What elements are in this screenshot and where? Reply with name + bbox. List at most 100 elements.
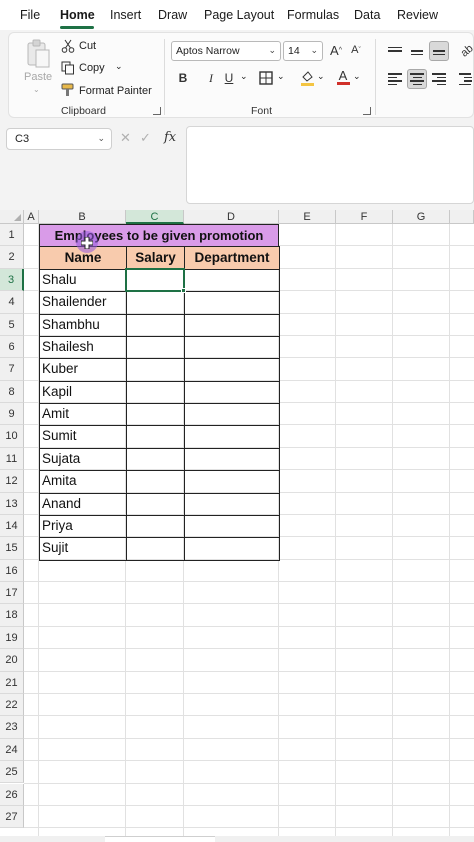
clipboard-launcher-icon[interactable] (153, 107, 161, 115)
table-cell-border (39, 268, 127, 293)
row-header-10[interactable]: 10 (0, 425, 24, 448)
row-header-2[interactable]: 2 (0, 246, 24, 269)
underline-dropdown-icon[interactable]: ⌄ (240, 71, 248, 82)
column-header-a[interactable]: A (24, 210, 39, 224)
italic-button[interactable]: I (203, 70, 219, 86)
row-header-16[interactable]: 16 (0, 559, 24, 583)
table-cell-border (126, 470, 185, 494)
table-title[interactable]: Employees to be given promotion (39, 224, 279, 248)
insert-function-button[interactable]: fx (164, 130, 176, 145)
tab-formulas[interactable]: Formulas (287, 8, 339, 22)
font-color-dropdown-icon[interactable]: ⌄ (353, 71, 361, 82)
row-header-18[interactable]: 18 (0, 604, 24, 627)
row-header-27[interactable]: 27 (0, 805, 24, 829)
font-color-swatch (336, 82, 350, 85)
tab-page-layout[interactable]: Page Layout (204, 8, 274, 22)
column-header-overflow[interactable] (450, 210, 474, 224)
tab-insert[interactable]: Insert (110, 8, 141, 22)
row-header-8[interactable]: 8 (0, 380, 24, 404)
column-header-b[interactable]: B (39, 210, 126, 224)
top-align-button[interactable] (385, 41, 405, 61)
copy-button[interactable]: Copy (79, 62, 105, 74)
bold-button[interactable]: B (175, 70, 191, 86)
row-header-24[interactable]: 24 (0, 738, 24, 762)
name-box[interactable]: C3 ⌄ (6, 128, 112, 150)
gridline (24, 581, 474, 583)
column-header-d[interactable]: D (184, 210, 279, 224)
grow-font-button[interactable]: A ^ (327, 41, 345, 59)
row-header-6[interactable]: 6 (0, 335, 24, 359)
row-header-23[interactable]: 23 (0, 716, 24, 739)
table-cell-border (126, 335, 185, 360)
row-header-15[interactable]: 15 (0, 537, 24, 560)
active-cell-c3[interactable] (125, 267, 185, 293)
font-launcher-icon[interactable] (363, 107, 371, 115)
shrink-font-button[interactable]: Aˇ (347, 41, 365, 59)
font-size-select[interactable]: 14 ⌄ (283, 41, 323, 61)
fill-color-dropdown-icon[interactable]: ⌄ (317, 71, 325, 82)
gridline (24, 715, 474, 717)
row-header-17[interactable]: 17 (0, 582, 24, 605)
row-header-4[interactable]: 4 (0, 291, 24, 314)
column-header-f[interactable]: F (336, 210, 393, 224)
enter-check-icon[interactable]: ✓ (140, 130, 151, 146)
align-center-button[interactable] (407, 69, 427, 89)
paste-dropdown-icon[interactable]: ⌄ (33, 85, 40, 94)
underline-button[interactable]: U (221, 70, 237, 86)
header-cell-salary[interactable]: Salary (126, 246, 185, 270)
bottom-align-button[interactable] (429, 41, 449, 61)
orientation-button[interactable]: ab (457, 41, 474, 61)
align-left-button[interactable] (385, 69, 405, 89)
tab-review[interactable]: Review (397, 8, 438, 22)
row-header-19[interactable]: 19 (0, 626, 24, 650)
row-header-7[interactable]: 7 (0, 358, 24, 381)
table-cell-border (184, 514, 280, 539)
sheet-tab-active[interactable] (105, 836, 215, 842)
row-header-25[interactable]: 25 (0, 761, 24, 784)
tab-home[interactable]: Home (60, 8, 95, 22)
font-color-button[interactable]: A (335, 68, 351, 86)
table-cell-border (39, 403, 127, 427)
table-cell-border (39, 425, 127, 449)
row-header-21[interactable]: 21 (0, 671, 24, 694)
row-header-12[interactable]: 12 (0, 470, 24, 493)
font-name-select[interactable]: Aptos Narrow ⌄ (171, 41, 281, 61)
table-cell-border (126, 514, 185, 539)
select-all-button[interactable] (0, 210, 24, 224)
row-header-14[interactable]: 14 (0, 514, 24, 538)
row-header-20[interactable]: 20 (0, 649, 24, 672)
row-header-26[interactable]: 26 (0, 783, 24, 806)
table-cell-border (184, 403, 280, 427)
row-header-22[interactable]: 22 (0, 693, 24, 717)
column-header-c[interactable]: C (126, 210, 184, 224)
fill-color-button[interactable] (299, 70, 315, 86)
borders-button[interactable] (258, 70, 274, 86)
row-header-13[interactable]: 13 (0, 492, 24, 515)
row-header-1[interactable]: 1 (0, 224, 24, 247)
column-header-e[interactable]: E (279, 210, 336, 224)
table-cell-border (126, 537, 185, 561)
row-header-3[interactable]: 3 (0, 268, 24, 292)
table-cell-border (39, 313, 127, 337)
row-header-11[interactable]: 11 (0, 447, 24, 471)
middle-align-button[interactable] (407, 41, 427, 61)
formula-input[interactable] (186, 126, 474, 204)
row-header-5[interactable]: 5 (0, 313, 24, 336)
format-painter-button[interactable]: Format Painter (79, 85, 152, 97)
borders-dropdown-icon[interactable]: ⌄ (277, 71, 285, 82)
align-right-button[interactable] (429, 69, 449, 89)
table-cell-border (126, 380, 185, 405)
header-cell-department[interactable]: Department (184, 246, 280, 270)
fill-handle[interactable] (181, 288, 186, 294)
paste-button[interactable] (25, 39, 51, 69)
tab-data[interactable]: Data (354, 8, 380, 22)
cut-button[interactable]: Cut (79, 40, 96, 52)
decrease-indent-button[interactable] (455, 69, 474, 89)
tab-file[interactable]: File (20, 8, 40, 22)
column-header-g[interactable]: G (393, 210, 450, 224)
row-header-9[interactable]: 9 (0, 403, 24, 426)
tab-draw[interactable]: Draw (158, 8, 187, 22)
copy-dropdown-icon[interactable]: ⌄ (115, 61, 123, 72)
select-all-icon (14, 214, 21, 221)
cancel-icon[interactable]: ✕ (120, 130, 131, 146)
